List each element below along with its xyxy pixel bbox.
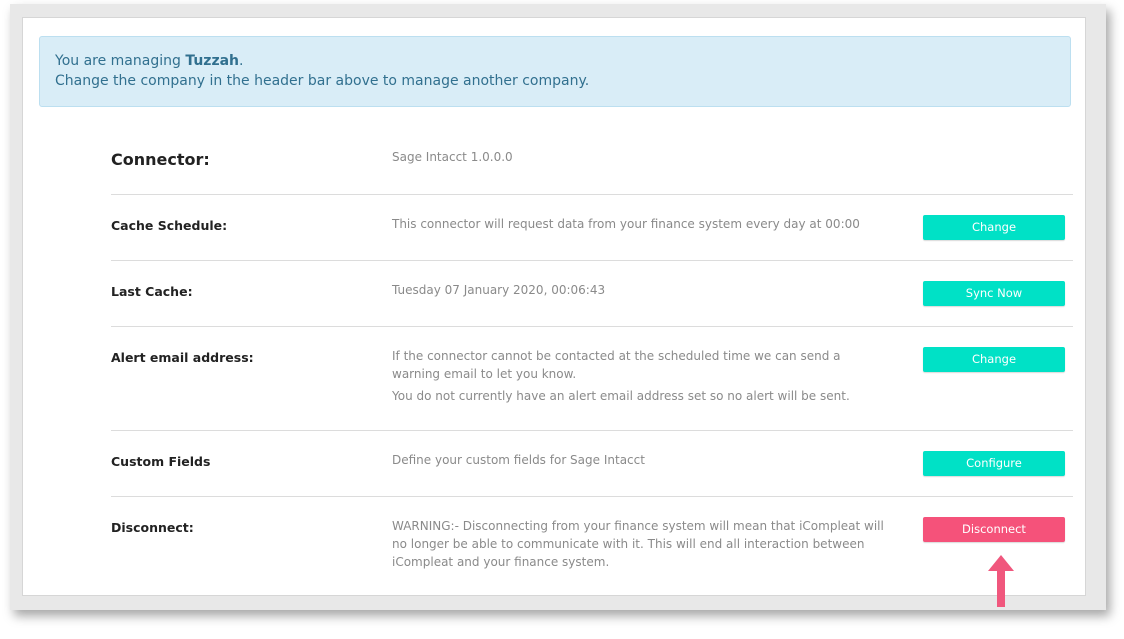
alert-line-1: You are managing Tuzzah. (55, 51, 1055, 71)
connector-row: Connector: Sage Intacct 1.0.0.0 (111, 124, 1073, 195)
company-name: Tuzzah (185, 53, 240, 69)
last-cache-row: Last Cache: Tuesday 07 January 2020, 00:… (111, 261, 1073, 327)
alert-suffix: . (239, 53, 244, 69)
custom-fields-value: Define your custom fields for Sage Intac… (392, 453, 645, 467)
connector-settings-panel: You are managing Tuzzah. Change the comp… (22, 17, 1086, 596)
connector-value: Sage Intacct 1.0.0.0 (392, 150, 513, 164)
alert-email-description: If the connector cannot be contacted at … (392, 347, 892, 405)
change-alert-email-button[interactable]: Change (923, 347, 1065, 372)
alert-email-status: You do not currently have an alert email… (392, 389, 850, 403)
alert-email-label: Alert email address: (111, 350, 254, 365)
cache-schedule-value: This connector will request data from yo… (392, 217, 860, 231)
configure-button[interactable]: Configure (923, 451, 1065, 476)
custom-fields-label: Custom Fields (111, 454, 211, 469)
disconnect-warning: WARNING:- Disconnecting from your financ… (392, 519, 884, 569)
change-schedule-button[interactable]: Change (923, 215, 1065, 240)
last-cache-label: Last Cache: (111, 284, 193, 299)
disconnect-row: Disconnect: WARNING:- Disconnecting from… (111, 497, 1073, 587)
arrow-up-icon (988, 555, 1014, 607)
custom-fields-row: Custom Fields Define your custom fields … (111, 431, 1073, 497)
info-alert: You are managing Tuzzah. Change the comp… (39, 36, 1071, 107)
alert-prefix: You are managing (55, 53, 186, 69)
last-cache-value: Tuesday 07 January 2020, 00:06:43 (392, 283, 606, 297)
alert-line-2: Change the company in the header bar abo… (55, 73, 590, 89)
sync-now-button[interactable]: Sync Now (923, 281, 1065, 306)
disconnect-label: Disconnect: (111, 520, 194, 535)
settings-list: Connector: Sage Intacct 1.0.0.0 Cache Sc… (111, 124, 1073, 587)
cache-schedule-row: Cache Schedule: This connector will requ… (111, 195, 1073, 261)
alert-email-row: Alert email address: If the connector ca… (111, 327, 1073, 431)
connector-label: Connector: (111, 150, 210, 169)
disconnect-button[interactable]: Disconnect (923, 517, 1065, 542)
cache-schedule-label: Cache Schedule: (111, 218, 228, 233)
alert-email-info: If the connector cannot be contacted at … (392, 349, 841, 381)
